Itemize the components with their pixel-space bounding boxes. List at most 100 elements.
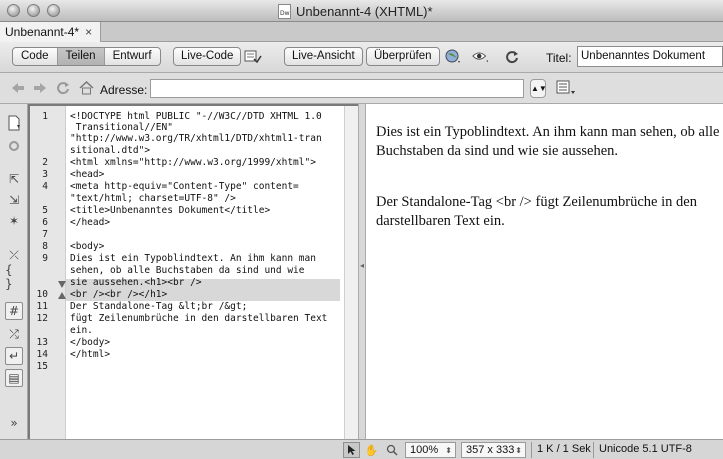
line-number: 14	[36, 349, 48, 360]
open-documents-icon[interactable]	[5, 114, 23, 132]
line-number: 1	[42, 111, 48, 122]
hand-tool-icon[interactable]: ✋	[363, 442, 380, 458]
document-tab-label: Unbenannt-4*	[5, 25, 80, 39]
globe-icon[interactable]	[444, 48, 462, 65]
status-bar: ✋ 100% ⬍ 357 x 333 ⬍ 1 K / 1 Sek Unicode 5…	[0, 439, 723, 459]
code-line: <head>	[70, 169, 105, 180]
line-number: 9	[42, 253, 48, 264]
coding-toolbar: ⇱ ⇲ ✶ ⤫ { } # ⤮ ↵ ▤ »	[0, 104, 28, 439]
highlight-invalid-code-icon[interactable]: ⤮	[5, 325, 23, 343]
check-button[interactable]: Überprüfen	[366, 47, 440, 66]
code-line: "text/html; charset=UTF-8" />	[70, 193, 236, 204]
reload-icon[interactable]	[55, 80, 71, 96]
line-number: 4	[42, 181, 48, 192]
code-line: <html xmlns="http://www.w3.org/1999/xhtm…	[70, 157, 316, 168]
refresh-icon[interactable]	[503, 48, 521, 65]
window-title-text: Unbenannt-4 (XHTML)*	[296, 3, 433, 19]
code-editor-text[interactable]: <!DOCTYPE html PUBLIC "-//W3C//DTD XHTML…	[70, 106, 340, 439]
code-line: </html>	[70, 349, 111, 360]
line-numbers-icon[interactable]: #	[5, 302, 23, 320]
line-number-gutter: 1 2 3 4 5 6 7 8 9 10 11 12 13 14 15	[30, 106, 66, 439]
line-number: 15	[36, 361, 48, 372]
selection-end-marker-icon	[58, 292, 66, 299]
document-tab[interactable]: Unbenannt-4* ×	[0, 22, 101, 42]
line-number: 3	[42, 169, 48, 180]
download-size-text: 1 K / 1 Sek	[537, 443, 591, 455]
zoom-select[interactable]: 100% ⬍	[405, 442, 456, 458]
code-line: ein.	[70, 325, 93, 336]
zoom-stepper-icon: ⬍	[445, 446, 452, 455]
code-line: Transitional//EN"	[70, 122, 173, 133]
close-window-button[interactable]	[7, 4, 20, 17]
code-line: <meta http-equiv="Content-Type" content=	[70, 181, 299, 192]
code-line: fügt Zeilenumbrüche in den darstellbaren…	[70, 313, 328, 324]
code-line: <!DOCTYPE html PUBLIC "-//W3C//DTD XHTML…	[70, 111, 322, 122]
close-tab-icon[interactable]: ×	[85, 25, 92, 39]
collapse-selection-icon[interactable]: ⇲	[5, 191, 23, 209]
address-label: Adresse:	[100, 83, 148, 97]
zoom-value: 100%	[410, 444, 439, 456]
line-number: 10	[36, 289, 48, 300]
zoom-tool-icon[interactable]	[383, 442, 400, 458]
code-line: Dies ist ein Typoblindtext. An ihm kann …	[70, 253, 316, 264]
window-size-select[interactable]: 357 x 333 ⬍	[461, 442, 526, 458]
line-number: 11	[36, 301, 48, 312]
page-title-input[interactable]: Unbenanntes Dokument	[577, 46, 723, 67]
code-line: <br /><br /></h1>	[70, 289, 168, 300]
selection-start-marker-icon	[58, 281, 66, 288]
code-line: sie aussehen.<h1><br />	[70, 277, 202, 288]
code-line: sehen, ob alle Buchstaben da sind und wi…	[70, 265, 305, 276]
status-separator	[531, 442, 532, 458]
balance-braces-icon[interactable]: { }	[5, 263, 23, 291]
eye-icon[interactable]	[472, 48, 490, 65]
live-view-button[interactable]: Live-Ansicht	[284, 47, 363, 66]
document-icon	[278, 3, 291, 19]
code-line: </body>	[70, 337, 111, 348]
line-number: 13	[36, 337, 48, 348]
forward-arrow-icon[interactable]	[32, 80, 48, 96]
design-view-pane[interactable]: Dies ist ein Typoblindtext. An ihm kann …	[366, 104, 723, 439]
browser-navigation-bar: Adresse: ▲▼	[0, 73, 723, 104]
code-view-button[interactable]: Code	[13, 48, 58, 65]
code-line: Der Standalone-Tag &lt;br /&gt;	[70, 301, 248, 312]
address-stepper[interactable]: ▲▼	[530, 79, 547, 98]
line-number: 8	[42, 241, 48, 252]
line-number: 5	[42, 205, 48, 216]
view-options-icon[interactable]	[556, 80, 578, 97]
code-view-pane[interactable]: 1 2 3 4 5 6 7 8 9 10 11 12 13 14 15 <!DO…	[28, 104, 358, 439]
window-size-stepper-icon: ⬍	[515, 446, 522, 455]
window-size-value: 357 x 333	[466, 444, 515, 456]
word-wrap-icon[interactable]: ↵	[5, 347, 23, 365]
line-number: 12	[36, 313, 48, 324]
split-divider[interactable]: ◂	[358, 104, 366, 439]
zoom-window-button[interactable]	[47, 4, 60, 17]
code-line: "http://www.w3.org/TR/xhtml1/DTD/xhtml1-…	[70, 133, 322, 144]
select-tool-icon[interactable]	[343, 442, 360, 458]
code-line: </head>	[70, 217, 111, 228]
live-code-button[interactable]: Live-Code	[173, 47, 242, 66]
address-input[interactable]	[150, 79, 524, 98]
collapse-full-tag-icon[interactable]: ⇱	[5, 170, 23, 188]
expand-all-icon[interactable]: ✶	[5, 212, 23, 230]
document-tabstrip: Unbenannt-4* ×	[0, 22, 723, 42]
back-arrow-icon[interactable]	[10, 80, 26, 96]
more-tools-chevron-icon[interactable]: »	[5, 414, 23, 432]
code-scrollbar[interactable]	[344, 106, 358, 439]
split-view-button[interactable]: Teilen	[57, 48, 105, 65]
design-view-button[interactable]: Entwurf	[105, 48, 160, 65]
code-line: sitional.dtd">	[70, 145, 151, 156]
design-paragraph: Dies ist ein Typoblindtext. An ihm kann …	[376, 124, 720, 159]
divider-grip-icon: ◂	[360, 261, 365, 270]
title-label: Titel:	[546, 51, 572, 65]
browser-compat-check-icon[interactable]	[244, 48, 262, 65]
home-icon[interactable]	[78, 80, 94, 96]
syntax-coloring-icon[interactable]: ▤	[5, 369, 23, 387]
code-line: <title>Unbenanntes Dokument</title>	[70, 205, 271, 216]
show-code-navigator-icon[interactable]	[5, 137, 23, 155]
window-title: Unbenannt-4 (XHTML)*	[278, 3, 433, 19]
line-number: 7	[42, 229, 48, 240]
select-parent-tag-icon[interactable]: ⤫	[5, 246, 23, 264]
minimize-window-button[interactable]	[27, 4, 40, 17]
code-line: <body>	[70, 241, 105, 252]
view-mode-switcher: Code Teilen Entwurf	[12, 47, 161, 66]
